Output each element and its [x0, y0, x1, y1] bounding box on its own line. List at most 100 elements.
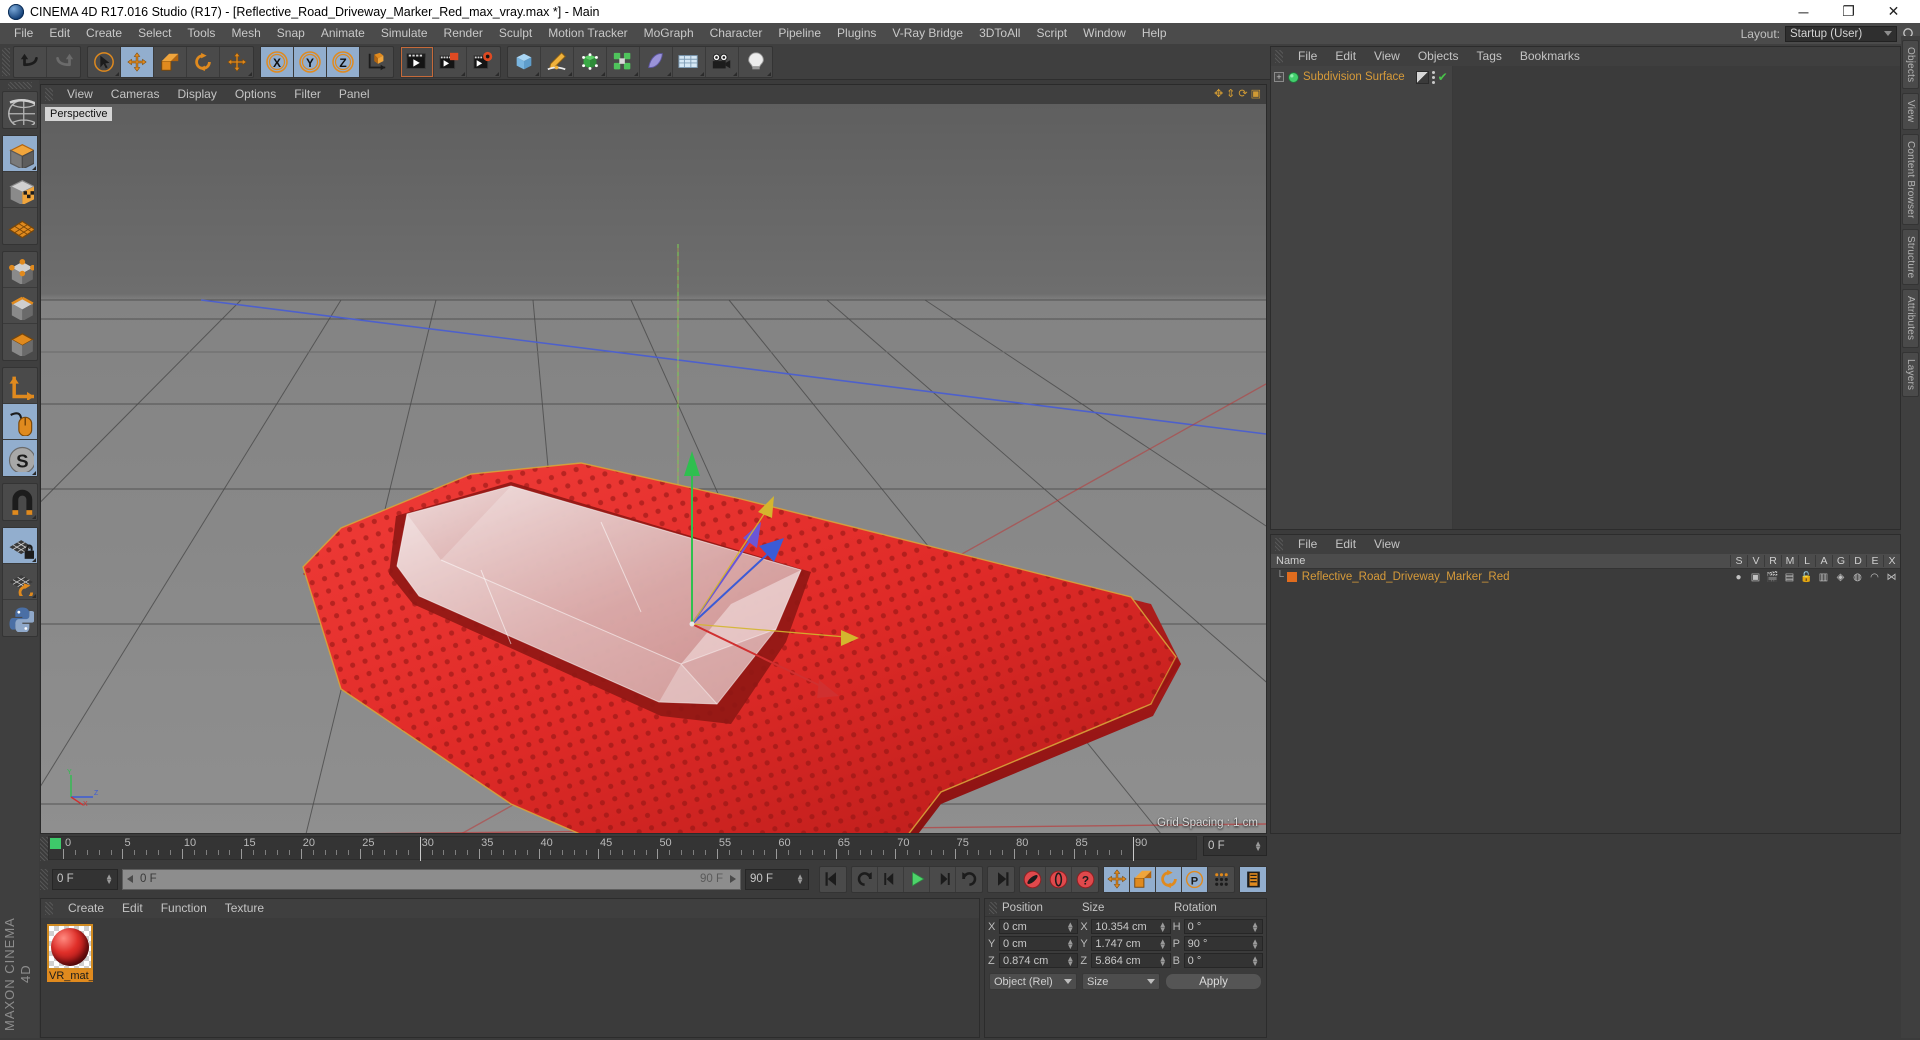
lock-x-button[interactable]: X — [261, 46, 294, 77]
scrub-right-arrow-icon[interactable] — [727, 874, 737, 884]
dots-tag-icon[interactable] — [1431, 70, 1435, 84]
menu-pipeline[interactable]: Pipeline — [770, 23, 829, 44]
animation-toolbar-grip[interactable] — [40, 869, 48, 890]
spinner-icon[interactable]: ▲ ▼ — [1251, 937, 1259, 950]
menu-file[interactable]: File — [6, 23, 41, 44]
flyout-corner-icon[interactable] — [31, 515, 36, 519]
flyout-corner-icon[interactable] — [31, 558, 36, 562]
coord-input-size-x[interactable]: 10.354 cm ▲ ▼ — [1091, 919, 1171, 934]
timeline-current-frame-field[interactable]: 0 F ▲ ▼ — [1203, 836, 1267, 856]
lock-z-button[interactable]: Z — [327, 46, 360, 77]
polygons-mode-button[interactable] — [3, 324, 37, 360]
animation-scrubber[interactable]: 0 F 90 F — [122, 868, 741, 890]
viewport-menu-options[interactable]: Options — [226, 85, 285, 104]
material-chip[interactable]: VR_mat_ — [47, 924, 93, 982]
enable-axis-button[interactable] — [2, 368, 37, 404]
coord-input-rotation-b[interactable]: 0 ° ▲ ▼ — [1183, 953, 1263, 968]
align-workplane-button[interactable] — [2, 564, 37, 600]
viewport-menu-panel[interactable]: Panel — [330, 85, 379, 104]
animation-icon[interactable]: ▥ — [1815, 572, 1832, 583]
points-mode-button[interactable] — [2, 252, 37, 288]
render-region-button[interactable] — [434, 46, 467, 77]
close-button[interactable]: ✕ — [1871, 1, 1916, 23]
point-level-animation-button[interactable] — [1208, 867, 1234, 892]
menu-plugins[interactable]: Plugins — [829, 23, 884, 44]
minimize-button[interactable]: ─ — [1781, 1, 1826, 23]
size-mode-dropdown[interactable]: Size — [1082, 973, 1160, 990]
layer-manager-rows[interactable]: └ Reflective_Road_Driveway_Marker_Red ● ▣ 🎬 ▤… — [1271, 569, 1900, 585]
flyout-corner-icon[interactable] — [535, 71, 539, 76]
layer-column-x[interactable]: X — [1883, 555, 1900, 567]
visible-icon[interactable]: ▣ — [1747, 572, 1764, 583]
flyout-corner-icon[interactable] — [31, 471, 36, 475]
object-manager-menu-view[interactable]: View — [1365, 47, 1409, 66]
pan-icon[interactable]: ✥ — [1214, 89, 1223, 100]
right-tab-objects[interactable]: Objects — [1902, 40, 1919, 90]
menu-character[interactable]: Character — [702, 23, 771, 44]
render-settings-button[interactable] — [467, 47, 500, 77]
check-tag-icon[interactable]: ✔ — [1438, 71, 1448, 83]
step-back-button[interactable] — [878, 866, 904, 892]
menu-simulate[interactable]: Simulate — [373, 23, 436, 44]
object-manager-menu-bookmarks[interactable]: Bookmarks — [1511, 47, 1589, 66]
left-toolbar-grip[interactable] — [7, 82, 32, 89]
toolbar-grip[interactable] — [2, 47, 10, 76]
object-manager-menu-tags[interactable]: Tags — [1468, 47, 1511, 66]
spinner-icon[interactable]: ▲ ▼ — [1159, 920, 1167, 933]
coord-input-position-x[interactable]: 0 cm ▲ ▼ — [999, 919, 1079, 934]
right-tab-view[interactable]: View — [1902, 93, 1919, 130]
menu-3dtoall[interactable]: 3DToAll — [971, 23, 1028, 44]
next-keyframe-button[interactable] — [956, 867, 982, 892]
layer-column-s[interactable]: S — [1730, 555, 1747, 567]
spinner-icon[interactable]: ▲ ▼ — [1251, 954, 1259, 967]
layer-manager-menu-edit[interactable]: Edit — [1326, 535, 1365, 554]
go-to-end-button[interactable] — [988, 867, 1014, 892]
right-tab-structure[interactable]: Structure — [1902, 229, 1919, 286]
layer-column-g[interactable]: G — [1832, 555, 1849, 567]
move-button[interactable] — [121, 46, 154, 77]
lock-y-button[interactable]: Y — [294, 46, 327, 77]
viewport-3d-scene[interactable] — [41, 104, 1266, 833]
animation-end-frame-field[interactable]: 90 F ▲ ▼ — [745, 868, 809, 890]
step-forward-button[interactable] — [930, 866, 956, 892]
menu-mograph[interactable]: MoGraph — [636, 23, 702, 44]
snap-magnet-button[interactable] — [3, 484, 37, 520]
spinner-icon[interactable]: ▲ ▼ — [1159, 937, 1167, 950]
model-mode-button[interactable] — [2, 136, 37, 172]
spinner-icon[interactable]: ▲ ▼ — [1159, 954, 1167, 967]
spinner-icon[interactable]: ▲ ▼ — [1251, 920, 1259, 933]
timeline-marker[interactable] — [1133, 837, 1134, 861]
spinner-icon[interactable]: ▲ ▼ — [1066, 937, 1074, 950]
add-camera-button[interactable] — [706, 46, 739, 77]
lock-open-icon[interactable]: 🔓 — [1798, 572, 1815, 583]
menu-select[interactable]: Select — [130, 23, 179, 44]
menu-sculpt[interactable]: Sculpt — [491, 23, 540, 44]
layer-column-name[interactable]: Name — [1271, 555, 1730, 567]
zoom-icon[interactable]: ⇕ — [1226, 89, 1235, 100]
make-editable-button[interactable] — [3, 92, 37, 128]
menu-snap[interactable]: Snap — [269, 23, 313, 44]
menu-v-ray-bridge[interactable]: V-Ray Bridge — [884, 23, 971, 44]
flyout-corner-icon[interactable] — [31, 594, 36, 598]
parameter-key-button[interactable]: P — [1182, 866, 1208, 892]
layer-manager-menu-file[interactable]: File — [1289, 535, 1326, 554]
coord-input-size-y[interactable]: 1.747 cm ▲ ▼ — [1091, 936, 1171, 951]
coordinate-mode-dropdown[interactable]: Object (Rel) — [989, 973, 1077, 990]
timeline-start-marker[interactable] — [50, 838, 61, 849]
flyout-corner-icon[interactable] — [667, 71, 671, 76]
position-key-button[interactable] — [1104, 866, 1130, 892]
spinner-icon[interactable]: ▲ ▼ — [796, 873, 804, 886]
layer-column-r[interactable]: R — [1764, 555, 1781, 567]
coord-input-position-z[interactable]: 0.874 cm ▲ ▼ — [999, 953, 1079, 968]
menu-script[interactable]: Script — [1028, 23, 1075, 44]
menu-render[interactable]: Render — [436, 23, 491, 44]
timeline-grip[interactable] — [40, 837, 48, 861]
object-row[interactable]: + Subdivision Surface ✔ — [1271, 69, 1452, 85]
expand-toggle[interactable]: + — [1274, 72, 1284, 82]
display-tag-icon[interactable] — [1415, 70, 1429, 84]
material-menu-texture[interactable]: Texture — [216, 899, 273, 918]
render-view-button[interactable] — [401, 46, 434, 77]
flyout-corner-icon[interactable] — [568, 71, 572, 76]
object-manager-body[interactable]: + Subdivision Surface ✔ — [1271, 66, 1900, 529]
material-sphere-icon[interactable] — [47, 924, 93, 970]
